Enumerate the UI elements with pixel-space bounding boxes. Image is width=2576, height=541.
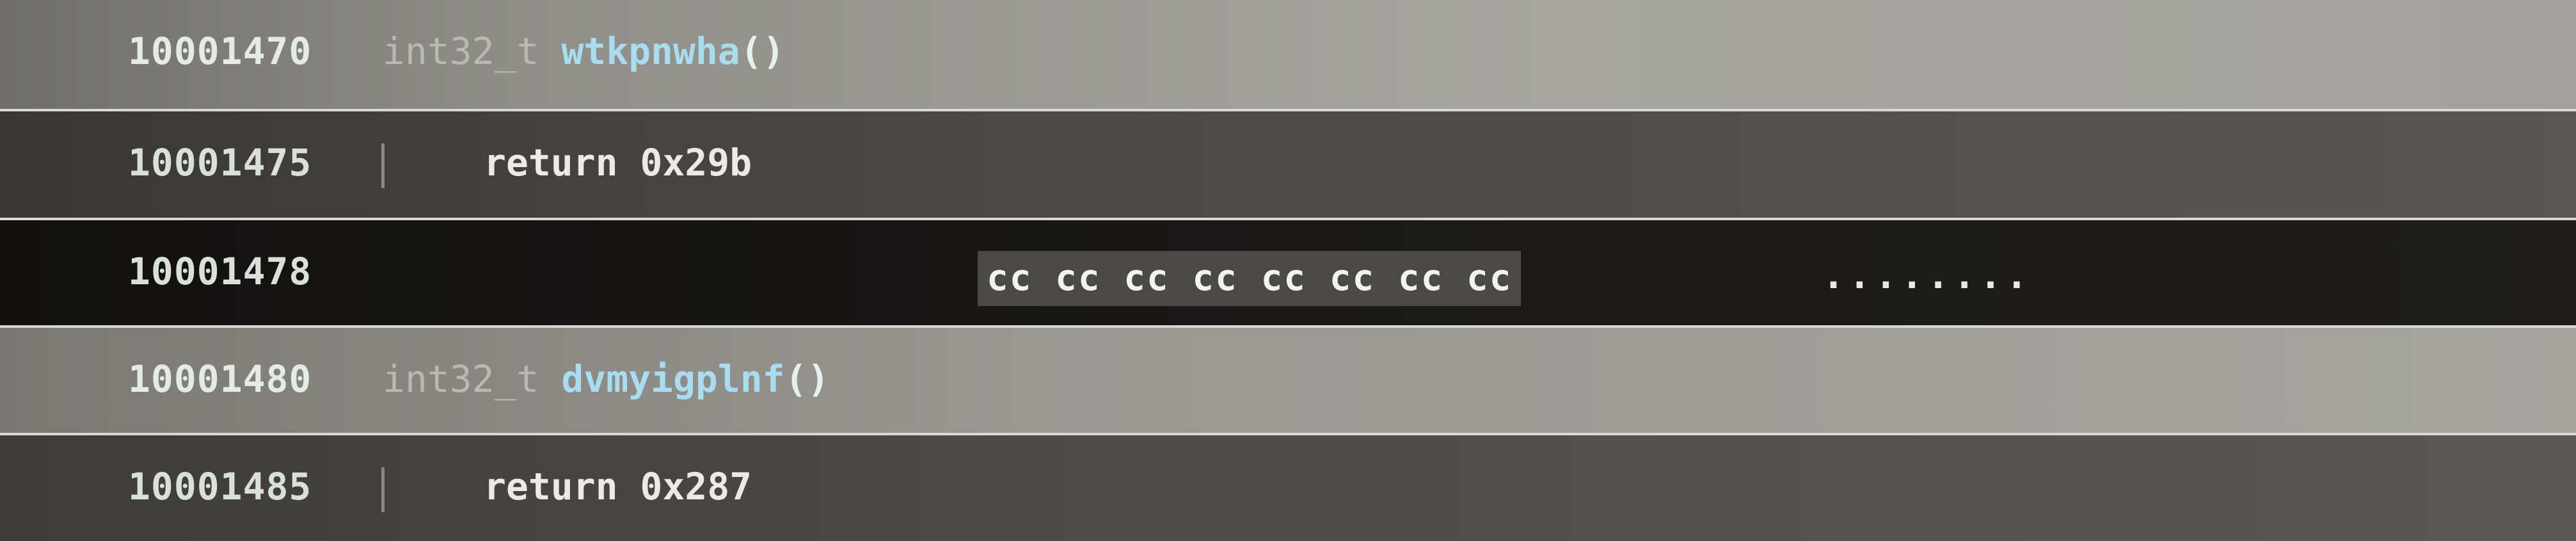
parameter-list: () <box>784 357 830 401</box>
instruction-row[interactable]: 10001485 return 0x287 <box>0 433 2576 541</box>
address: 10001475 <box>128 141 312 184</box>
function-header-row[interactable]: 10001470 int32_t wtkpnwha() <box>0 0 2576 109</box>
address: 10001470 <box>128 29 312 73</box>
disassembly-view: 10001470 int32_t wtkpnwha() 10001475 ret… <box>0 0 2576 541</box>
address: 10001485 <box>128 465 312 508</box>
function-name[interactable]: wtkpnwha <box>561 29 740 73</box>
return-statement: return 0x29b <box>484 141 752 184</box>
ascii-dump: ........ <box>1822 254 2032 297</box>
function-header-row[interactable]: 10001480 int32_t dvmyigplnf() <box>0 325 2576 433</box>
return-statement: return 0x287 <box>484 465 752 508</box>
indent-guide <box>381 467 385 512</box>
return-type: int32_t <box>383 29 539 73</box>
data-row[interactable]: 10001478 cc cc cc cc cc cc cc cc .......… <box>0 218 2576 325</box>
address: 10001478 <box>128 250 312 293</box>
return-type: int32_t <box>383 357 539 401</box>
address: 10001480 <box>128 357 312 401</box>
function-signature: int32_t wtkpnwha() <box>383 29 785 73</box>
instruction-row[interactable]: 10001475 return 0x29b <box>0 109 2576 218</box>
indent-guide <box>381 143 385 188</box>
hex-bytes[interactable]: cc cc cc cc cc cc cc cc <box>978 251 1522 306</box>
parameter-list: () <box>740 29 785 73</box>
function-name[interactable]: dvmyigplnf <box>561 357 784 401</box>
function-signature: int32_t dvmyigplnf() <box>383 357 829 401</box>
